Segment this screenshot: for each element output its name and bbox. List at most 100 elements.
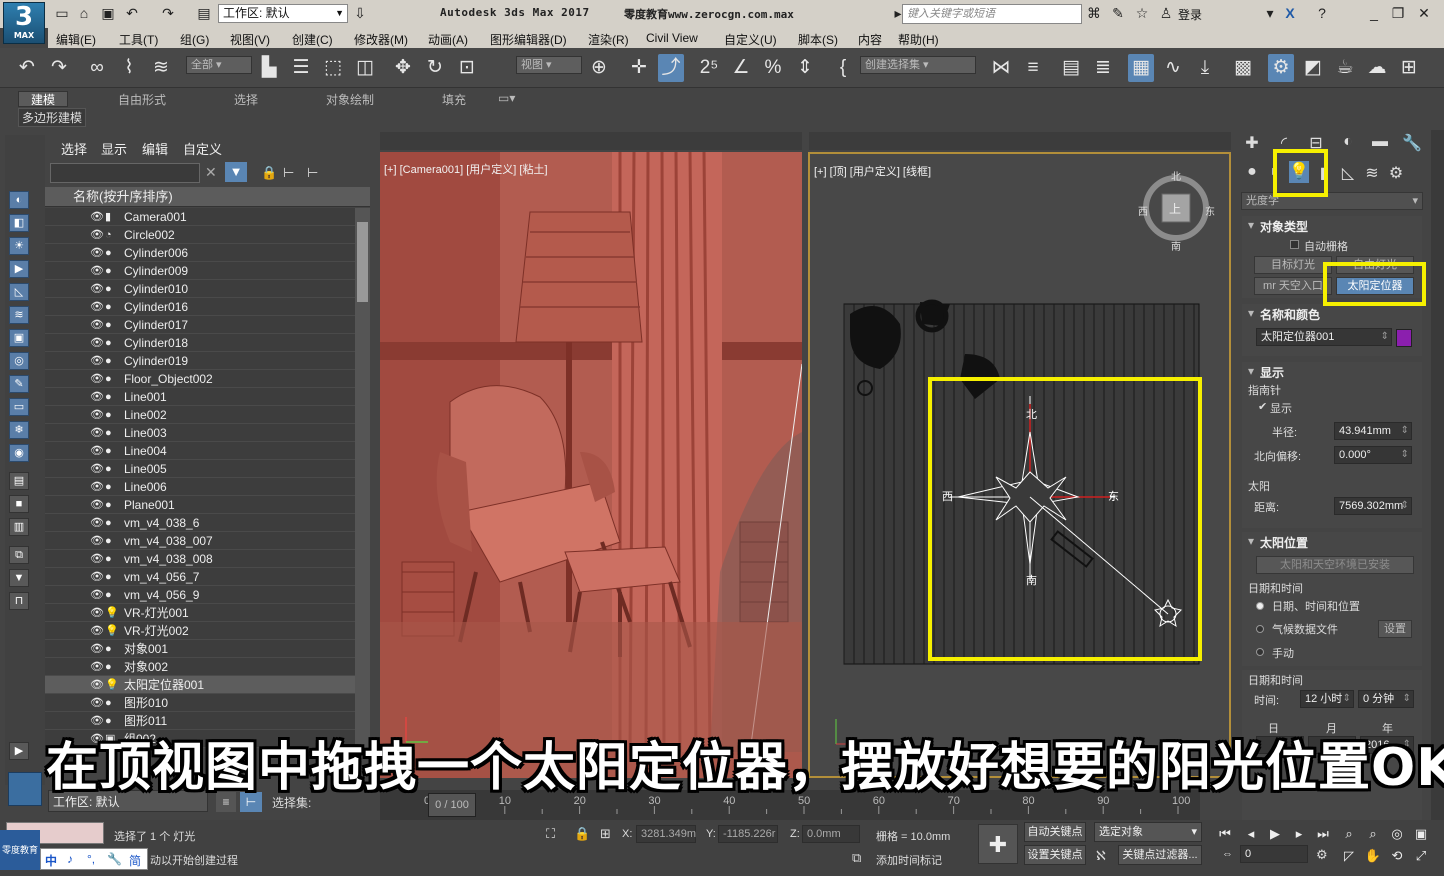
- keyboard-shortcut-override-icon[interactable]: ⤴: [658, 54, 684, 82]
- table-row[interactable]: 👁 ● 对象002: [45, 658, 355, 676]
- rendered-frame-window-icon[interactable]: ◩: [1300, 54, 1326, 82]
- layer-hierarchy-icon[interactable]: ⊢: [307, 165, 318, 181]
- visibility-eye-icon[interactable]: 👁: [90, 496, 104, 514]
- select-rotate-icon[interactable]: ↻: [422, 54, 448, 82]
- field-of-view-icon[interactable]: ◸: [1340, 848, 1358, 864]
- north-offset-spinner[interactable]: 0.000°: [1334, 446, 1412, 464]
- restore-icon[interactable]: ❐: [1390, 5, 1406, 21]
- render-in-cloud-icon[interactable]: ☁: [1364, 54, 1390, 82]
- polygon-modeling-panel[interactable]: 多边形建模: [18, 108, 87, 127]
- display-geometry-icon[interactable]: ◧: [9, 214, 29, 232]
- autogrid-checkbox[interactable]: [1290, 240, 1299, 249]
- table-row[interactable]: 👁 ● Cylinder009: [45, 262, 355, 280]
- menu-customize[interactable]: 自定义(U): [724, 31, 777, 48]
- key-filters-button[interactable]: 关键点过滤器...: [1118, 845, 1202, 865]
- manual-radio[interactable]: [1256, 648, 1264, 656]
- quick-access-expand-icon[interactable]: ⇩: [352, 5, 368, 21]
- maximize-viewport-icon[interactable]: ⤢: [1412, 848, 1430, 864]
- display-bones-icon[interactable]: ✎: [9, 375, 29, 393]
- add-time-tag[interactable]: 添加时间标记: [876, 852, 942, 868]
- pivot-center-icon[interactable]: ⊕: [586, 54, 612, 82]
- visibility-eye-icon[interactable]: 👁: [90, 352, 104, 370]
- visibility-eye-icon[interactable]: 👁: [90, 280, 104, 298]
- visibility-eye-icon[interactable]: 👁: [90, 622, 104, 640]
- visibility-eye-icon[interactable]: 👁: [90, 226, 104, 244]
- selection-filter-dropdown[interactable]: 全部 ▾: [186, 56, 252, 74]
- table-row[interactable]: 👁 ● Cylinder017: [45, 316, 355, 334]
- display-groups-icon[interactable]: ▣: [9, 329, 29, 347]
- top-viewport-label[interactable]: [+] [顶] [用户定义] [线框]: [814, 163, 931, 179]
- explorer-menu-edit[interactable]: 编辑: [142, 139, 168, 158]
- hierarchy-icon[interactable]: ⊢: [283, 165, 294, 181]
- env-installed-button[interactable]: 太阳和天空环境已安装: [1256, 556, 1414, 574]
- explorer-menu-display[interactable]: 显示: [101, 139, 127, 158]
- display-lights-icon[interactable]: ☀: [9, 237, 29, 255]
- table-row[interactable]: 👁 ● vm_v4_038_008: [45, 550, 355, 568]
- login-link[interactable]: 登录: [1178, 6, 1202, 23]
- go-to-end-icon[interactable]: ⏭: [1314, 826, 1332, 842]
- set-key-icon[interactable]: ✚: [978, 824, 1018, 864]
- visibility-eye-icon[interactable]: 👁: [90, 388, 104, 406]
- visibility-eye-icon[interactable]: 👁: [90, 532, 104, 550]
- ribbon-tab-object-paint[interactable]: 对象绘制: [326, 91, 374, 108]
- visibility-eye-icon[interactable]: 👁: [90, 316, 104, 334]
- table-row[interactable]: 👁 ◔ Circle002: [45, 226, 355, 244]
- table-row[interactable]: 👁 ● vm_v4_038_007: [45, 532, 355, 550]
- ribbon-tab-modeling[interactable]: 建模: [18, 91, 69, 107]
- scene-explorer-toggle-icon[interactable]: ▤: [1058, 54, 1084, 82]
- date-time-location-radio[interactable]: [1256, 602, 1264, 610]
- visibility-eye-icon[interactable]: 👁: [90, 676, 104, 694]
- mirror-icon[interactable]: ⋈: [988, 54, 1014, 82]
- viewport-tab-bar-right[interactable]: [809, 132, 1231, 150]
- lights-category-icon[interactable]: 💡: [1289, 161, 1309, 183]
- visibility-eye-icon[interactable]: 👁: [90, 424, 104, 442]
- login-dropdown-icon[interactable]: ▾: [1262, 5, 1278, 21]
- filter-toggle-icon[interactable]: ▼: [225, 162, 247, 182]
- pan-icon[interactable]: ✋: [1364, 848, 1382, 864]
- layer-explorer-icon[interactable]: ≣: [1090, 54, 1116, 82]
- display-none-toggle-icon[interactable]: ■: [9, 495, 29, 513]
- visibility-eye-icon[interactable]: 👁: [90, 298, 104, 316]
- hour-spinner[interactable]: 12 小时: [1300, 690, 1354, 708]
- mr-sky-portal-button[interactable]: mr 天空入口: [1254, 277, 1332, 295]
- menu-scripting[interactable]: 脚本(S): [798, 31, 838, 48]
- visibility-eye-icon[interactable]: 👁: [90, 370, 104, 388]
- time-tag-icon[interactable]: ⧉: [852, 850, 861, 866]
- render-production-icon[interactable]: ☕: [1332, 54, 1358, 82]
- helpers-category-icon[interactable]: ◺: [1338, 163, 1358, 183]
- sunpositioner-button[interactable]: 太阳定位器: [1336, 277, 1414, 295]
- a360-gallery-icon[interactable]: ⊞: [1396, 54, 1422, 82]
- select-object-icon[interactable]: ▙: [256, 54, 282, 82]
- key-mode-icon[interactable]: ℵ: [1096, 848, 1106, 864]
- help-icon[interactable]: ?: [1314, 5, 1330, 21]
- viewcube-north[interactable]: 北: [1171, 168, 1181, 183]
- visibility-eye-icon[interactable]: 👁: [90, 550, 104, 568]
- unlink-icon[interactable]: ⌇: [116, 54, 142, 82]
- communication-icon[interactable]: ✎: [1110, 5, 1126, 21]
- ribbon-toggle-icon[interactable]: ▦: [1128, 54, 1154, 82]
- edit-named-sets-icon[interactable]: {: [830, 54, 856, 82]
- scrollbar-thumb[interactable]: [357, 222, 368, 302]
- spacewarps-category-icon[interactable]: ≋: [1362, 163, 1382, 183]
- previous-frame-icon[interactable]: ◂: [1242, 826, 1260, 842]
- table-row[interactable]: 👁 ● 图形011: [45, 712, 355, 730]
- z-coordinate-field[interactable]: 0.0mm: [802, 825, 860, 843]
- explorer-menu-select[interactable]: 选择: [61, 139, 87, 158]
- visibility-eye-icon[interactable]: 👁: [90, 658, 104, 676]
- visibility-eye-icon[interactable]: 👁: [90, 262, 104, 280]
- visibility-eye-icon[interactable]: 👁: [90, 712, 104, 730]
- time-configuration-icon[interactable]: ⚙: [1316, 847, 1328, 863]
- menu-civil-view[interactable]: Civil View: [646, 31, 698, 45]
- minimize-icon[interactable]: _: [1366, 5, 1382, 21]
- orbit-icon[interactable]: ⟲: [1388, 848, 1406, 864]
- exchange-x-icon[interactable]: X: [1282, 5, 1298, 21]
- selection-lock-icon[interactable]: 🔒: [574, 826, 590, 842]
- visibility-eye-icon[interactable]: 👁: [90, 442, 104, 460]
- zoom-icon[interactable]: ⌕: [1340, 826, 1358, 842]
- command-panel-scrollbar[interactable]: [1431, 130, 1444, 820]
- table-row[interactable]: 👁 ● 对象001: [45, 640, 355, 658]
- visibility-eye-icon[interactable]: 👁: [90, 460, 104, 478]
- top-viewport[interactable]: [+] [顶] [用户定义] [线框] 北 南 西 东 上 北 南 西 东: [808, 152, 1231, 778]
- visibility-eye-icon[interactable]: 👁: [90, 640, 104, 658]
- table-row[interactable]: 👁 💡 VR-灯光001: [45, 604, 355, 622]
